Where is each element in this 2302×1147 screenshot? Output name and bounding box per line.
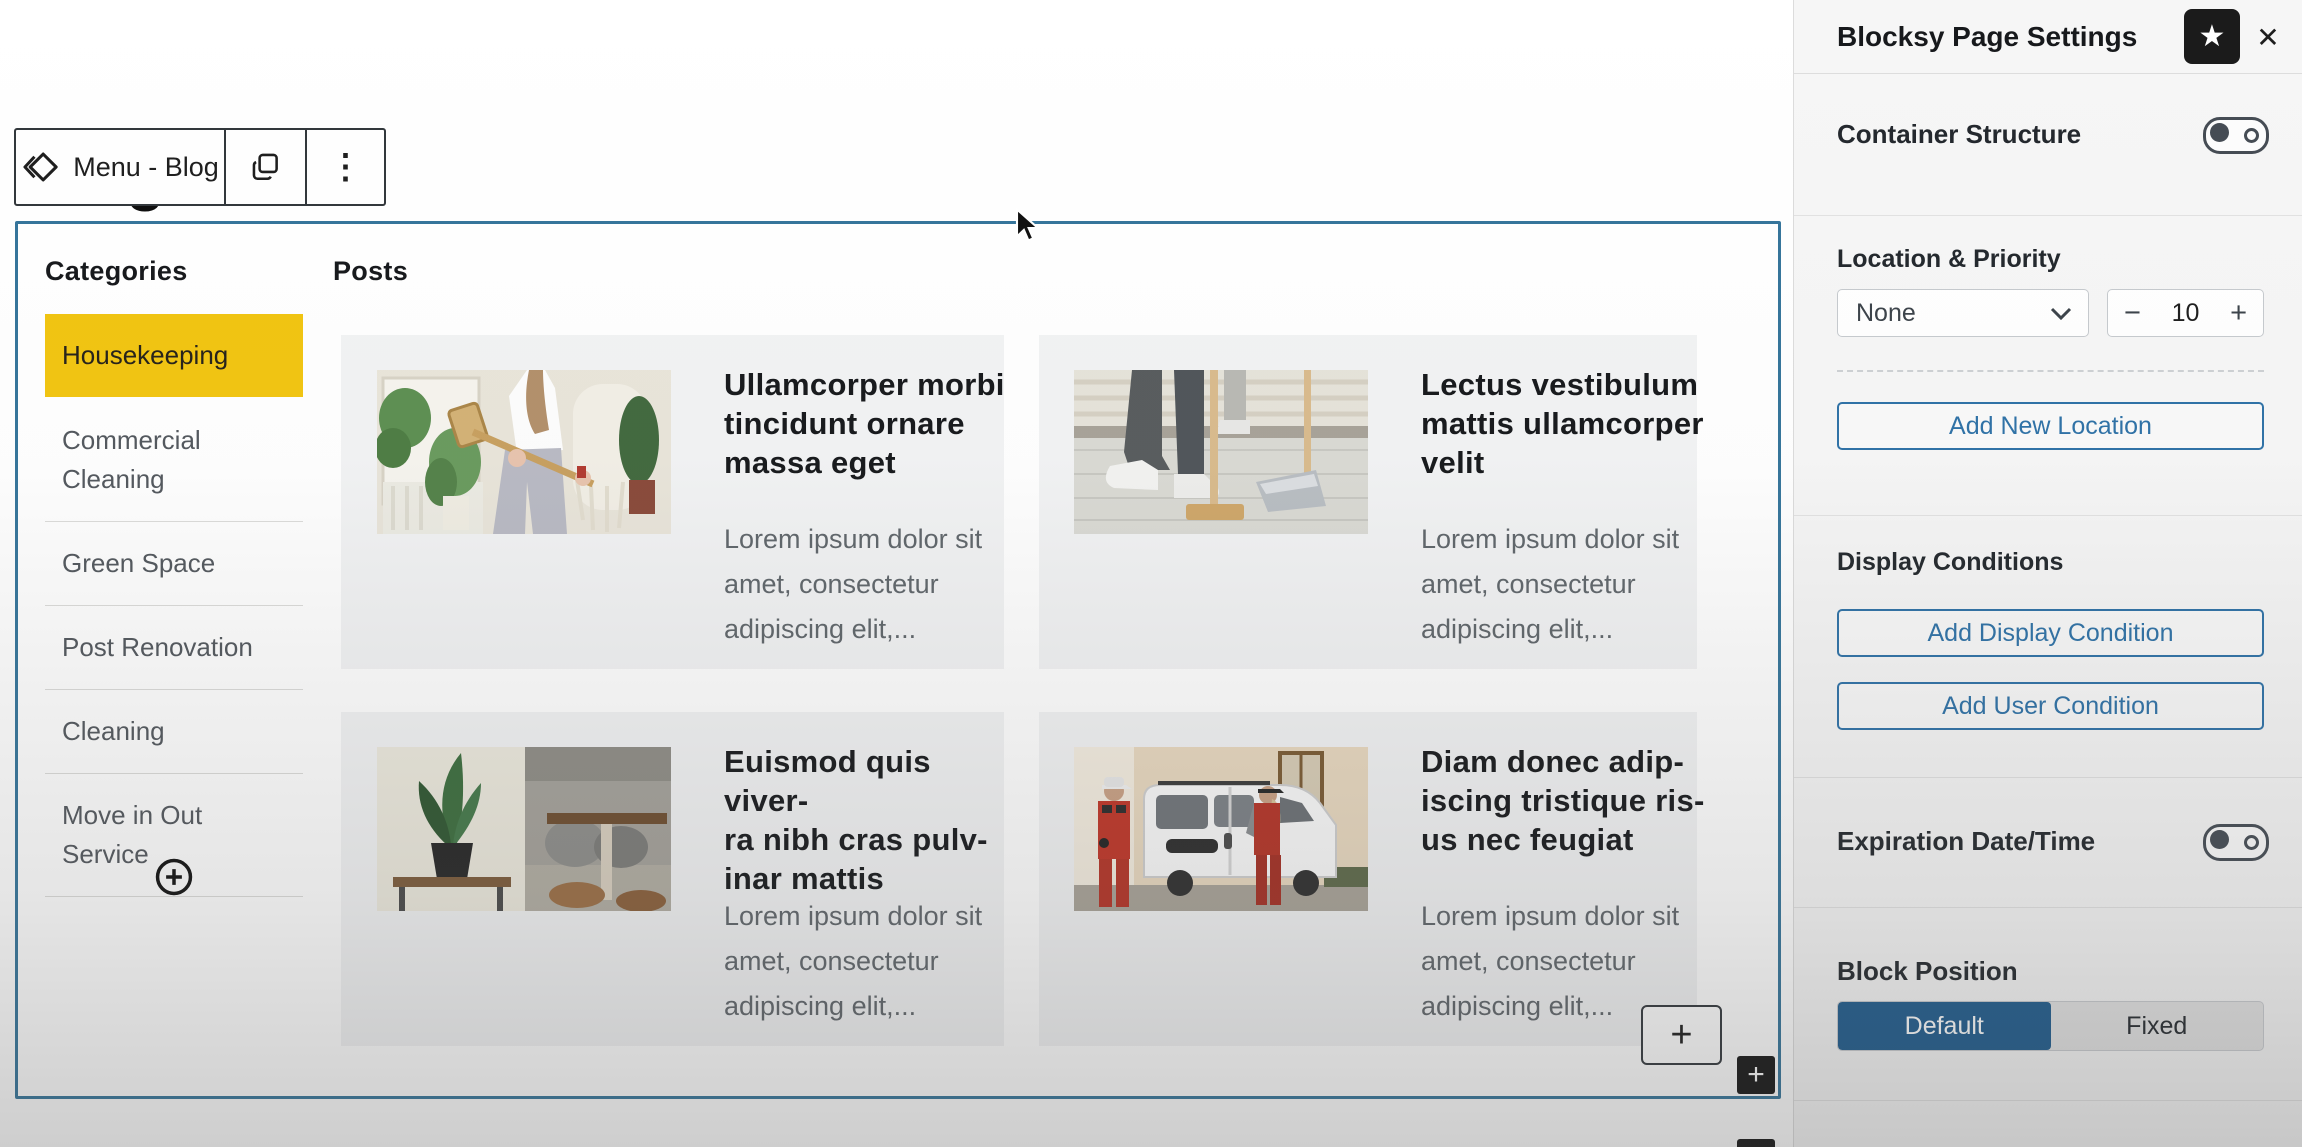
block-position-label: Block Position	[1837, 956, 2018, 987]
display-conditions-label: Display Conditions	[1837, 548, 2063, 577]
section-divider	[1794, 515, 2302, 516]
category-item-cleaning[interactable]: Cleaning	[45, 690, 303, 774]
post-card-1[interactable]: Ullamcorper morbi tincidunt ornare massa…	[341, 335, 1004, 669]
categories-column: Categories Housekeeping Commercial Clean…	[45, 256, 303, 287]
priority-stepper: − 10 +	[2107, 289, 2264, 337]
container-structure-label: Container Structure	[1837, 119, 2081, 150]
blocksy-editor-page: Blog Menu Menu - Blog ⋮	[0, 0, 2302, 1147]
circle-plus-icon	[153, 856, 195, 898]
post-title[interactable]: Lectus vestibulum mattis ullamcorper vel…	[1421, 365, 1721, 482]
container-structure-toggle[interactable]	[2203, 117, 2269, 154]
category-item-housekeeping[interactable]: Housekeeping	[45, 314, 303, 397]
block-position-segmented-control: Default Fixed	[1837, 1001, 2264, 1051]
add-display-condition-button[interactable]: Add Display Condition	[1837, 609, 2264, 657]
post-excerpt: Lorem ipsum dolor sit amet, consectetur …	[1421, 517, 1689, 652]
pin-settings-button[interactable]: ★	[2184, 9, 2240, 64]
priority-increment-button[interactable]: +	[2230, 290, 2247, 336]
blocksy-settings-sidebar: Blocksy Page Settings ★ ✕ Container Stru…	[1793, 0, 2302, 1147]
copy-icon	[249, 150, 283, 184]
location-select-value: None	[1856, 290, 1916, 336]
expiration-label: Expiration Date/Time	[1837, 826, 2095, 857]
category-item-green-space[interactable]: Green Space	[45, 522, 303, 606]
star-icon: ★	[2199, 19, 2226, 54]
post-image-woman-sweeping	[377, 370, 671, 534]
block-label: Menu - Blog	[73, 152, 219, 183]
close-sidebar-button[interactable]: ✕	[2250, 19, 2286, 55]
toggle-knob	[2210, 123, 2229, 142]
block-appender-button[interactable]: +	[1641, 1005, 1722, 1065]
plus-icon: +	[1747, 1141, 1765, 1147]
close-icon: ✕	[2256, 21, 2279, 54]
toggle-knob	[2210, 830, 2229, 849]
post-image-plant-interior	[377, 747, 671, 911]
block-inserter-button-bottom[interactable]: +	[1737, 1139, 1775, 1147]
block-position-fixed-option[interactable]: Fixed	[2051, 1002, 2264, 1050]
plus-icon: +	[1670, 1014, 1692, 1057]
add-category-block-button[interactable]	[45, 856, 303, 903]
block-toolbar: Menu - Blog ⋮	[14, 128, 386, 206]
chevron-down-icon	[2050, 307, 2072, 320]
block-position-default-option[interactable]: Default	[1838, 1002, 2051, 1050]
plus-icon: +	[1747, 1058, 1765, 1092]
post-excerpt: Lorem ipsum dolor sit amet, consectetur …	[724, 894, 992, 1029]
expiration-toggle[interactable]	[2203, 824, 2269, 861]
category-item-commercial-cleaning[interactable]: Commercial Cleaning	[45, 399, 303, 522]
post-card-3[interactable]: Euismod quis viver- ra nibh cras pulv- i…	[341, 712, 1004, 1046]
dashed-divider	[1837, 370, 2264, 372]
location-select[interactable]: None	[1837, 289, 2089, 337]
post-title[interactable]: Ullamcorper morbi tincidunt ornare massa…	[724, 365, 1024, 482]
sidebar-title: Blocksy Page Settings	[1837, 0, 2137, 73]
toggle-ring	[2244, 128, 2259, 143]
toggle-ring	[2244, 835, 2259, 850]
post-card-4[interactable]: Diam donec adip- iscing tristique ris- u…	[1039, 712, 1697, 1046]
section-divider	[1794, 777, 2302, 778]
block-type-button[interactable]: Menu - Blog	[16, 130, 224, 204]
location-priority-label: Location & Priority	[1837, 245, 2061, 274]
post-title[interactable]: Euismod quis viver- ra nibh cras pulv- i…	[724, 742, 1024, 898]
copy-block-button[interactable]	[224, 130, 305, 204]
posts-heading: Posts	[333, 256, 408, 287]
section-divider	[1794, 1100, 2302, 1101]
blocksy-diamond-icon	[21, 148, 59, 186]
post-title[interactable]: Diam donec adip- iscing tristique ris- u…	[1421, 742, 1721, 859]
add-user-condition-button[interactable]: Add User Condition	[1837, 682, 2264, 730]
post-card-2[interactable]: Lectus vestibulum mattis ullamcorper vel…	[1039, 335, 1697, 669]
sidebar-header: Blocksy Page Settings ★ ✕	[1794, 0, 2302, 74]
post-image-cleaners-van	[1074, 747, 1368, 911]
post-image-broom-dustpan	[1074, 370, 1368, 534]
categories-heading: Categories	[45, 256, 303, 287]
ellipsis-icon: ⋮	[329, 147, 363, 187]
category-item-post-renovation[interactable]: Post Renovation	[45, 606, 303, 690]
options-menu-button[interactable]: ⋮	[305, 130, 384, 204]
categories-list: Housekeeping Commercial Cleaning Green S…	[45, 314, 303, 897]
add-new-location-button[interactable]: Add New Location	[1837, 402, 2264, 450]
section-divider	[1794, 907, 2302, 908]
post-excerpt: Lorem ipsum dolor sit amet, consectetur …	[724, 517, 992, 652]
block-inserter-button[interactable]: +	[1737, 1056, 1775, 1094]
editor-canvas: Blog Menu Menu - Blog ⋮	[0, 0, 1793, 1147]
section-divider	[1794, 215, 2302, 216]
